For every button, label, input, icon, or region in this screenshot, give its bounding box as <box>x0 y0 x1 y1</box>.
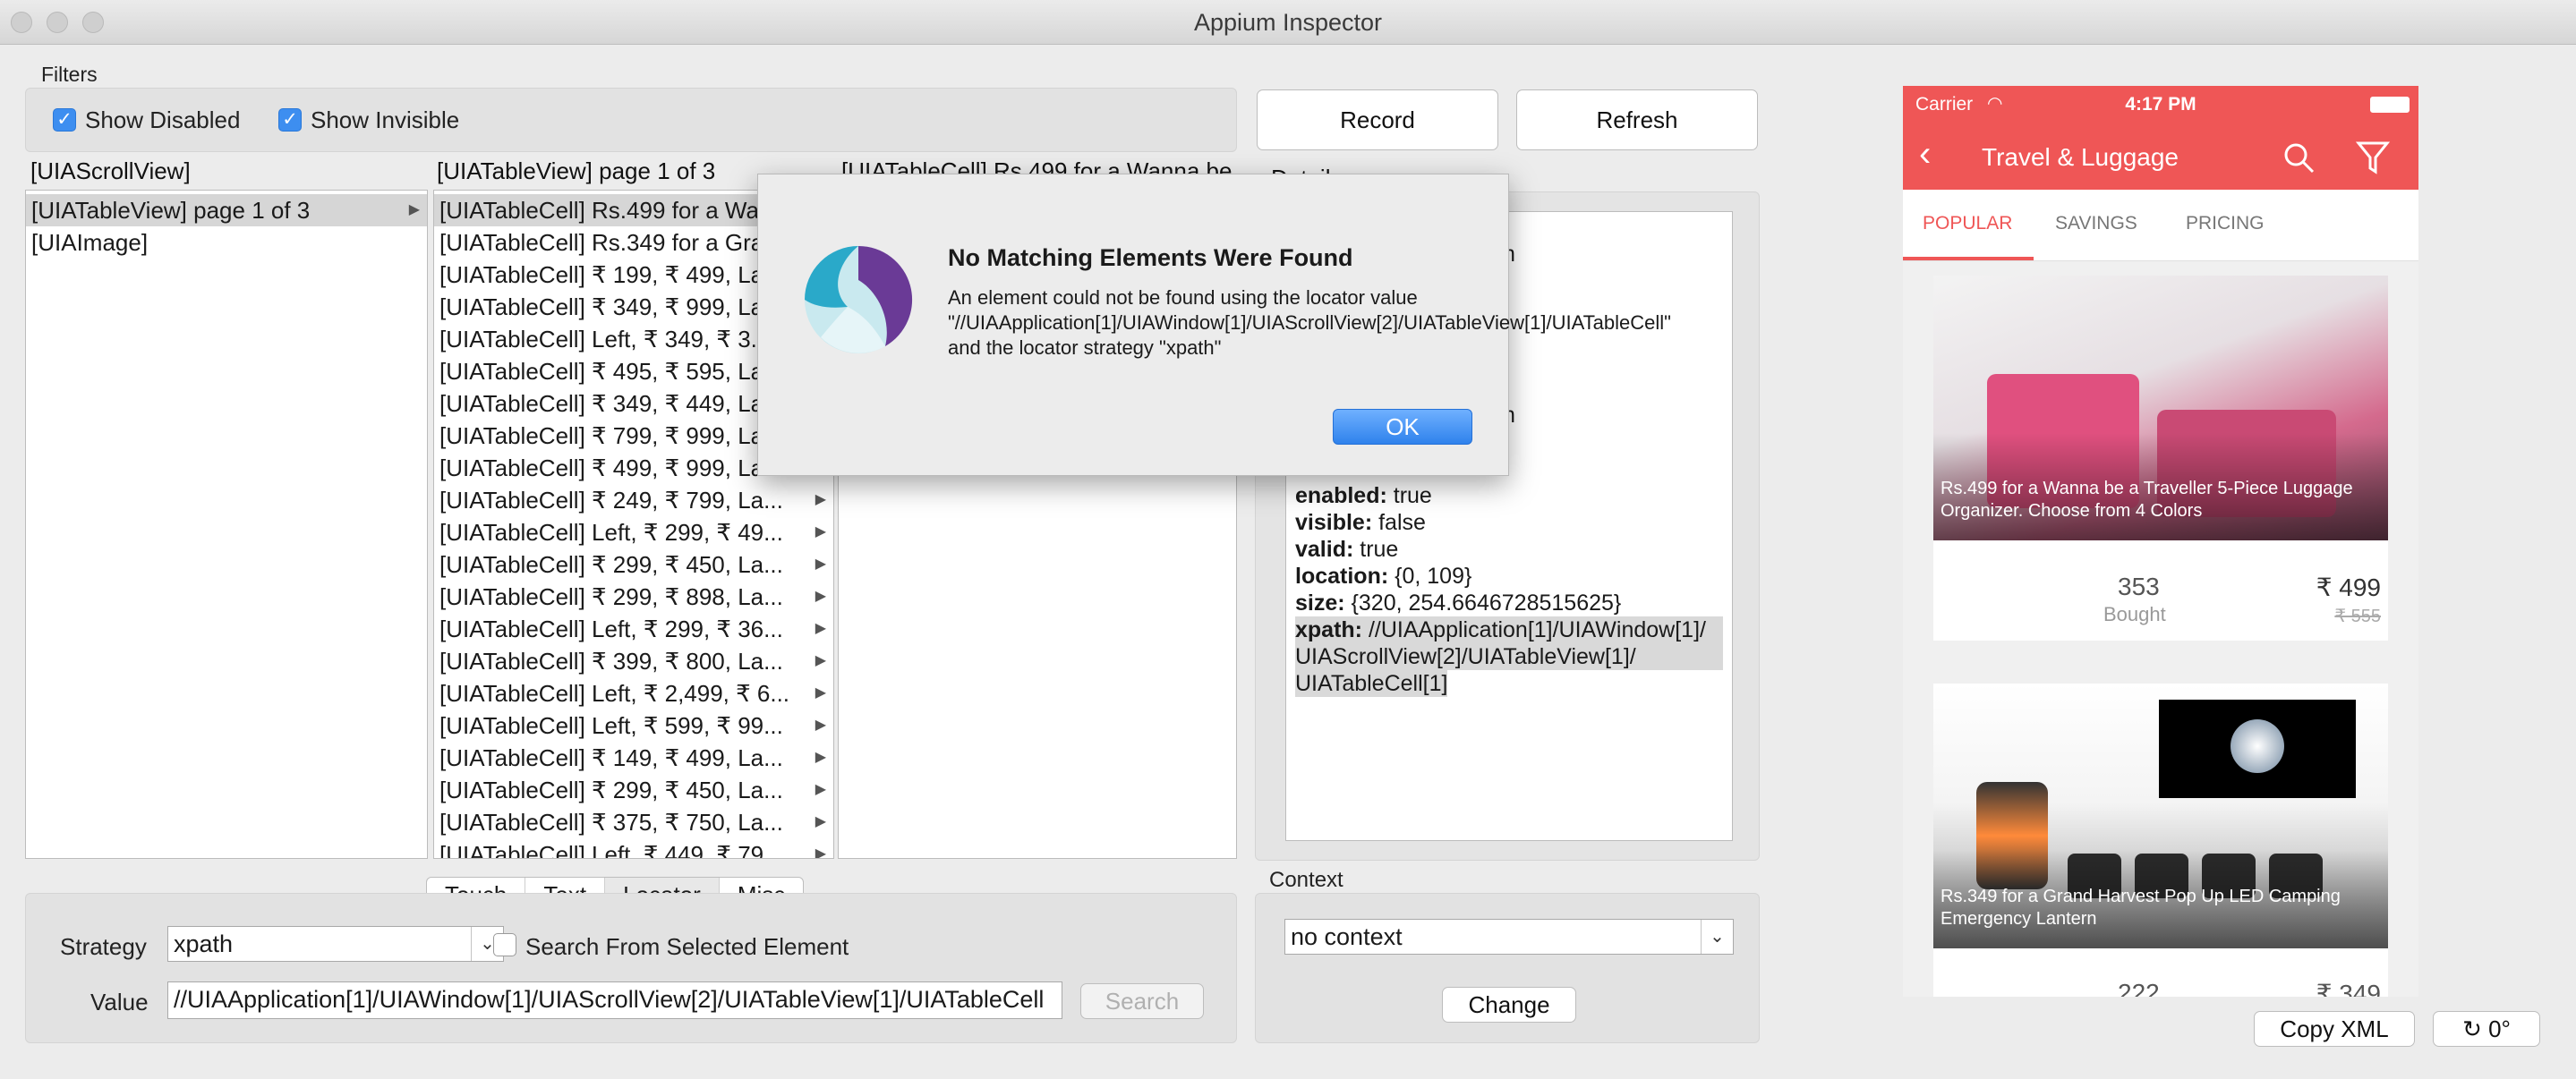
expand-arrow-icon: ▶ <box>815 556 826 572</box>
expand-arrow-icon: ▶ <box>815 846 826 859</box>
context-label: Context <box>1269 868 1343 892</box>
expand-arrow-icon: ▶ <box>815 589 826 604</box>
show-invisible-label: Show Invisible <box>311 106 460 133</box>
strategy-select[interactable]: xpath ⌄ <box>167 926 504 962</box>
context-panel: no context ⌄ Change <box>1255 893 1760 1043</box>
bought-count: 222 <box>2118 979 2160 997</box>
show-disabled-label: Show Disabled <box>85 106 241 133</box>
expand-arrow-icon: ▶ <box>815 492 826 507</box>
record-button[interactable]: Record <box>1257 89 1498 150</box>
active-tab-indicator <box>1903 257 2034 260</box>
list-item[interactable]: [UIATableView] page 1 of 3 ▶ <box>26 194 427 226</box>
deal-image: Rs.499 for a Wanna be a Traveller 5-Piec… <box>1933 276 2388 540</box>
list-item[interactable]: [UIATableCell] Left, ₹ 449, ₹ 79... ▶ <box>434 838 833 859</box>
list-item[interactable]: [UIATableCell] ₹ 249, ₹ 799, La... ▶ <box>434 484 833 516</box>
expand-arrow-icon: ▶ <box>815 782 826 797</box>
app-nav-bar: ‹ Travel & Luggage <box>1903 123 2418 190</box>
list-item[interactable]: [UIATableCell] ₹ 149, ₹ 499, La... ▶ <box>434 742 833 774</box>
bought-label: Bought <box>2103 603 2166 625</box>
ok-button[interactable]: OK <box>1333 409 1472 445</box>
search-icon[interactable] <box>2282 141 2316 175</box>
details-enabled: enabled: true <box>1295 483 1432 508</box>
appium-logo-icon <box>805 245 913 353</box>
filters-label: Filters <box>41 63 98 86</box>
chevron-down-icon: ⌄ <box>1701 920 1733 954</box>
context-select[interactable]: no context ⌄ <box>1284 919 1734 955</box>
filter-icon[interactable] <box>2356 140 2390 175</box>
deal-caption: Rs.499 for a Wanna be a Traveller 5-Piec… <box>1941 479 2353 521</box>
list-item[interactable]: [UIATableCell] ₹ 399, ₹ 800, La... ▶ <box>434 645 833 677</box>
app-tabs: POPULAR SAVINGS PRICING <box>1903 190 2418 261</box>
tab-pricing[interactable]: PRICING <box>2186 213 2265 234</box>
details-xpath: xpath: //UIAApplication[1]/UIAWindow[1]/ <box>1295 616 1723 643</box>
rotate-icon: ↻ <box>2462 1015 2489 1042</box>
refresh-button[interactable]: Refresh <box>1516 89 1758 150</box>
list-item[interactable]: [UIAImage] <box>26 226 427 259</box>
rotate-button[interactable]: ↻ 0° <box>2433 1011 2540 1047</box>
strategy-label: Strategy <box>60 933 147 960</box>
list-item[interactable]: [UIATableCell] Left, ₹ 299, ₹ 49... ▶ <box>434 516 833 548</box>
show-invisible-checkbox[interactable]: ✓ <box>278 108 302 132</box>
list-item[interactable]: [UIATableCell] ₹ 299, ₹ 898, La... ▶ <box>434 581 833 613</box>
expand-arrow-icon: ▶ <box>408 202 420 217</box>
column-1-list: [UIATableView] page 1 of 3 ▶ [UIAImage] <box>25 190 428 859</box>
details-xpath-end: UIATableCell[1] <box>1295 670 1448 697</box>
deal-card[interactable]: Rs.499 for a Wanna be a Traveller 5-Piec… <box>1933 276 2388 641</box>
details-valid: valid: true <box>1295 537 1399 562</box>
value-label: Value <box>90 989 149 1015</box>
search-button[interactable]: Search <box>1080 983 1204 1019</box>
list-item[interactable]: [UIATableCell] Left, ₹ 299, ₹ 36... ▶ <box>434 613 833 645</box>
expand-arrow-icon: ▶ <box>815 814 826 829</box>
deal-image: Rs.349 for a Grand Harvest Pop Up LED Ca… <box>1933 684 2388 948</box>
deal-price: ₹ 499 <box>2316 573 2381 601</box>
appium-inspector-window: Appium Inspector Filters ✓ Show Disabled… <box>0 0 2576 1079</box>
time-label: 4:17 PM <box>2125 94 2196 115</box>
search-from-selected-label: Search From Selected Element <box>525 933 849 960</box>
list-item[interactable]: [UIATableCell] Left, ₹ 599, ₹ 99... ▶ <box>434 709 833 742</box>
locator-value-input[interactable]: //UIAApplication[1]/UIAWindow[1]/UIAScro… <box>167 981 1062 1019</box>
lantern-photo-inset <box>2159 700 2356 798</box>
dialog-title: No Matching Elements Were Found <box>948 244 1353 271</box>
status-bar: Carrier ◠ 4:17 PM <box>1903 86 2418 123</box>
battery-icon <box>2370 97 2410 113</box>
list-item[interactable]: [UIATableCell] ₹ 299, ₹ 450, La... ▶ <box>434 548 833 581</box>
tab-popular[interactable]: POPULAR <box>1923 213 2012 234</box>
expand-arrow-icon: ▶ <box>815 750 826 765</box>
deal-card[interactable]: Rs.349 for a Grand Harvest Pop Up LED Ca… <box>1933 684 2388 997</box>
change-button[interactable]: Change <box>1442 987 1576 1023</box>
back-chevron-icon[interactable]: ‹ <box>1919 136 1931 172</box>
show-disabled-checkbox[interactable]: ✓ <box>53 108 76 132</box>
expand-arrow-icon: ▶ <box>815 653 826 668</box>
deal-old-price: ₹ 555 <box>2334 607 2381 626</box>
expand-arrow-icon: ▶ <box>815 718 826 733</box>
expand-arrow-icon: ▶ <box>815 685 826 701</box>
details-xpath-cont: UIAScrollView[2]/UIATableView[1]/ <box>1295 643 1723 670</box>
deal-price: ₹ 349 <box>2316 980 2381 997</box>
deal-caption: Rs.349 for a Grand Harvest Pop Up LED Ca… <box>1941 887 2341 929</box>
copy-xml-button[interactable]: Copy XML <box>2254 1011 2415 1047</box>
details-visible: visible: false <box>1295 510 1426 535</box>
details-size: size: {320, 254.6646728515625} <box>1295 590 1622 616</box>
column-1-header: [UIAScrollView] <box>30 157 191 184</box>
list-item[interactable]: [UIATableCell] ₹ 299, ₹ 450, La... ▶ <box>434 774 833 806</box>
filters-panel: ✓ Show Disabled ✓ Show Invisible <box>25 88 1237 152</box>
tab-savings[interactable]: SAVINGS <box>2055 213 2137 234</box>
window-title: Appium Inspector <box>1193 9 1383 36</box>
no-matching-elements-dialog: No Matching Elements Were Found An eleme… <box>757 174 1671 476</box>
expand-arrow-icon: ▶ <box>815 621 826 636</box>
locator-panel: Strategy xpath ⌄ Search From Selected Ele… <box>25 893 1237 1043</box>
device-screenshot[interactable]: Carrier ◠ 4:17 PM ‹ Travel & Luggage POP… <box>1903 86 2418 997</box>
list-item[interactable]: [UIATableCell] ₹ 375, ₹ 750, La... ▶ <box>434 806 833 838</box>
bought-count: 353 <box>2118 573 2160 600</box>
nav-title: Travel & Luggage <box>1982 143 2179 171</box>
details-location: location: {0, 109} <box>1295 564 1472 589</box>
list-item[interactable]: [UIATableCell] Left, ₹ 2,499, ₹ 6... ▶ <box>434 677 833 709</box>
expand-arrow-icon: ▶ <box>815 524 826 540</box>
search-from-selected-checkbox[interactable] <box>493 933 516 956</box>
title-bar: Appium Inspector <box>0 0 2576 45</box>
dialog-message: An element could not be found using the … <box>948 286 1671 359</box>
